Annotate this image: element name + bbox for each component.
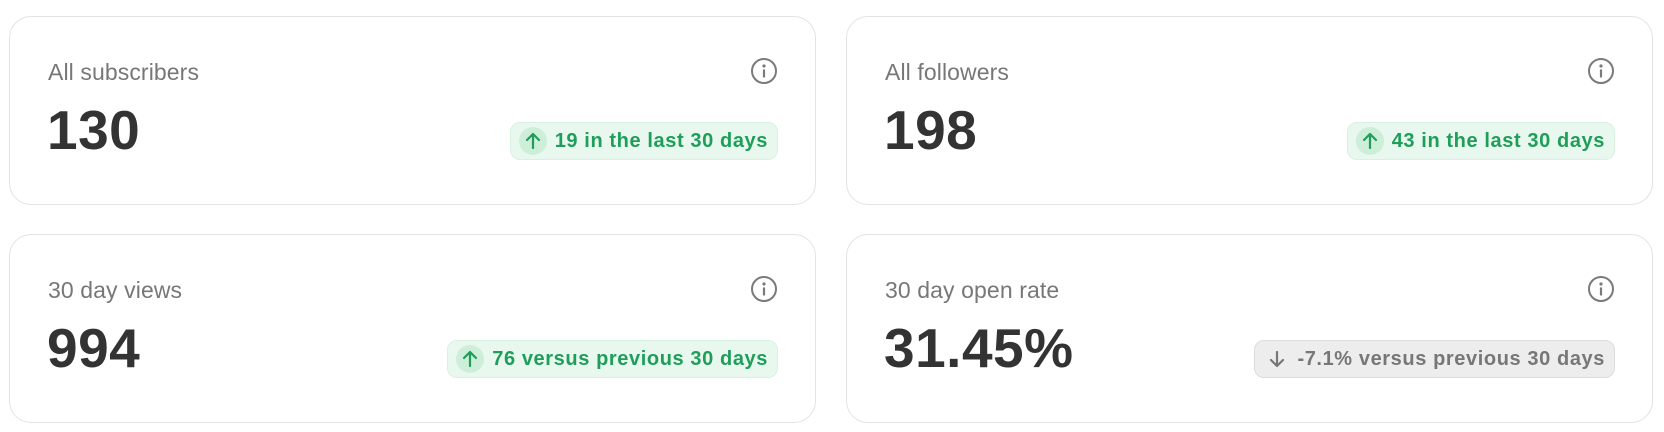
trend-badge: -7.1% versus previous 30 days xyxy=(1254,340,1615,378)
arrow-down-icon xyxy=(1263,345,1291,373)
stat-card-30-day-views: 30 day views 994 76 versus previous 30 d… xyxy=(9,234,816,423)
stats-grid: All subscribers 130 19 in the last 30 da… xyxy=(0,0,1664,432)
stat-card-all-subscribers: All subscribers 130 19 in the last 30 da… xyxy=(9,16,816,205)
stat-value: 198 xyxy=(884,99,978,161)
arrow-up-icon xyxy=(518,127,547,155)
info-circle-icon[interactable] xyxy=(750,57,778,85)
trend-text: 19 in the last 30 days xyxy=(554,129,768,152)
stat-value: 130 xyxy=(47,99,141,161)
arrow-up-icon xyxy=(1355,127,1384,155)
stat-card-30-day-open-rate: 30 day open rate 31.45% -7.1% versus pre… xyxy=(846,234,1653,423)
stat-value: 31.45% xyxy=(884,317,1074,379)
trend-text: -7.1% versus previous 30 days xyxy=(1297,347,1605,370)
trend-text: 76 versus previous 30 days xyxy=(492,347,768,370)
arrow-up-icon xyxy=(456,345,485,373)
stat-card-all-followers: All followers 198 43 in the last 30 days xyxy=(846,16,1653,205)
stat-label: 30 day views xyxy=(48,277,183,303)
info-circle-icon[interactable] xyxy=(1587,57,1615,85)
stat-label: All followers xyxy=(885,59,1010,85)
stat-label: 30 day open rate xyxy=(885,277,1060,303)
trend-text: 43 in the last 30 days xyxy=(1391,129,1605,152)
stat-label: All subscribers xyxy=(48,59,200,85)
stat-value: 994 xyxy=(47,317,141,379)
trend-badge: 43 in the last 30 days xyxy=(1346,122,1615,160)
info-circle-icon[interactable] xyxy=(1587,275,1615,303)
info-circle-icon[interactable] xyxy=(750,275,778,303)
trend-badge: 19 in the last 30 days xyxy=(509,122,778,160)
trend-badge: 76 versus previous 30 days xyxy=(447,340,778,378)
